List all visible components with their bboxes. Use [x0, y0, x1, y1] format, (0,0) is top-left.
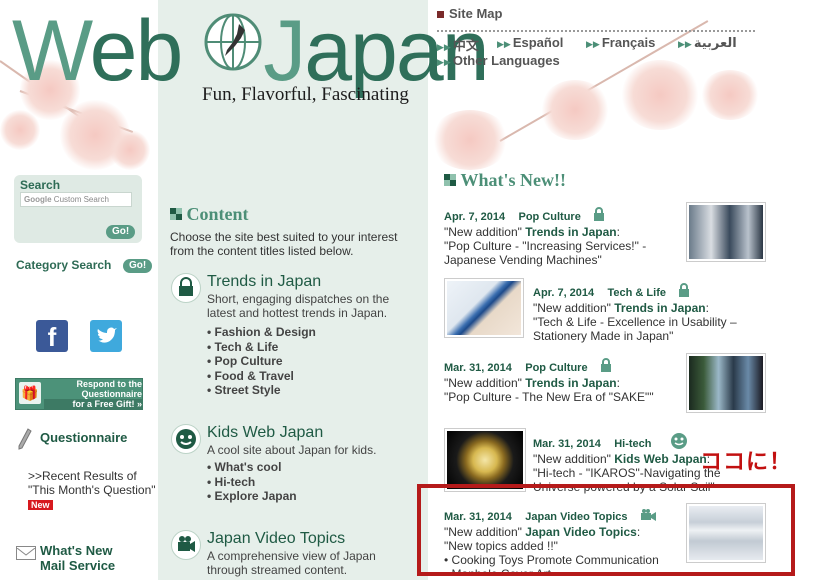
- news-date: Mar. 31, 2014: [533, 438, 601, 450]
- news-text: "Pop Culture - The New Era of "SAKE"": [444, 390, 654, 404]
- list-item[interactable]: • Explore Japan: [207, 489, 297, 504]
- news-text: Japanese Vending Machines": [444, 253, 602, 267]
- section-icon: [170, 208, 182, 220]
- news-text: "Pop Culture - "Increasing Services!" -: [444, 239, 647, 253]
- banner-line-2: Questionnaire: [81, 389, 142, 399]
- news-category: Tech & Life: [607, 287, 666, 299]
- stationery-thumbnail[interactable]: [444, 278, 524, 338]
- twitter-icon[interactable]: [90, 320, 122, 352]
- tagline: Fun, Flavorful, Fascinating: [202, 84, 409, 105]
- vending-machine-thumbnail[interactable]: [686, 202, 766, 262]
- arrow-icon: ▶▶: [437, 57, 451, 67]
- content-heading: Content: [170, 204, 248, 225]
- search-input[interactable]: Google Custom Search: [20, 192, 132, 207]
- news-item[interactable]: Apr. 7, 2014 Tech & Life "New addition" …: [533, 282, 763, 343]
- banner-line-1: Respond to the: [76, 379, 143, 389]
- banner-text: Respond to the Questionnaire for a Free …: [44, 379, 142, 409]
- google-label: Google: [24, 195, 52, 204]
- gift-icon: 🎁: [19, 382, 41, 404]
- whats-new-text: What's New!!: [460, 170, 566, 190]
- lock-icon: [592, 358, 614, 375]
- pencil-icon: [18, 428, 32, 450]
- news-category: Pop Culture: [525, 362, 588, 374]
- lock-icon: [585, 207, 607, 224]
- kids-face-icon: [656, 433, 688, 451]
- section-icon: [444, 174, 456, 186]
- ikaros-thumbnail[interactable]: [444, 428, 526, 492]
- arrow-icon: ▶▶: [586, 39, 600, 49]
- recent-results-link[interactable]: >>Recent Results of "This Month's Questi…: [28, 469, 158, 512]
- list-item[interactable]: • Fashion & Design: [207, 325, 316, 340]
- kids-face-icon: [171, 424, 201, 454]
- mail-service-link[interactable]: What's New Mail Service: [40, 543, 115, 573]
- whats-new-heading: What's New!!: [444, 170, 566, 191]
- news-date: Mar. 31, 2014: [444, 362, 512, 374]
- news-item[interactable]: Mar. 31, 2014 Pop Culture "New addition"…: [444, 357, 684, 404]
- facebook-icon[interactable]: f: [36, 320, 68, 352]
- kids-web-japan-link[interactable]: Kids Web Japan: [207, 424, 323, 442]
- site-map-label: Site Map: [449, 6, 503, 21]
- other-languages-link[interactable]: ▶▶ Other Languages: [437, 53, 560, 68]
- lang-chinese[interactable]: ▶▶ 中文: [437, 35, 479, 54]
- list-item[interactable]: • Food & Travel: [207, 369, 316, 384]
- trends-description: Short, engaging dispatches on the latest…: [207, 292, 390, 320]
- bag-icon: [171, 273, 201, 303]
- sake-thumbnail[interactable]: [686, 353, 766, 413]
- video-description: A comprehensive view of Japan through st…: [207, 549, 376, 577]
- japan-video-topics-link[interactable]: Japan Video Topics: [207, 530, 345, 548]
- highlight-box: [417, 484, 795, 576]
- search-label: Search: [20, 178, 61, 192]
- recent-results-text: >>Recent Results of "This Month's Questi…: [28, 469, 156, 497]
- banner-line-3: for a Free Gift! »: [44, 399, 142, 409]
- arrow-icon: ▶▶: [678, 39, 692, 49]
- lang-spanish[interactable]: ▶▶ Español: [497, 35, 563, 50]
- video-camera-icon: [171, 530, 201, 560]
- kids-list: • What's cool • Hi-tech • Explore Japan: [207, 460, 297, 504]
- kids-description: A cool site about Japan for kids.: [207, 443, 377, 457]
- arrow-icon: ▶▶: [497, 39, 511, 49]
- lock-icon: [670, 283, 692, 300]
- news-item[interactable]: Apr. 7, 2014 Pop Culture "New addition" …: [444, 206, 684, 267]
- logo-letter-w: W: [12, 3, 92, 99]
- news-date: Apr. 7, 2014: [533, 287, 595, 299]
- new-badge: New: [28, 500, 53, 510]
- globe-icon: [203, 0, 263, 71]
- list-item[interactable]: • Pop Culture: [207, 354, 316, 369]
- search-placeholder: Custom Search: [53, 195, 109, 204]
- list-item[interactable]: • Tech & Life: [207, 340, 316, 355]
- list-item[interactable]: • What's cool: [207, 460, 297, 475]
- divider: [437, 30, 755, 32]
- mail-line-2: Mail Service: [40, 558, 116, 573]
- web-japan-logo[interactable]: Web Japan: [12, 0, 490, 94]
- trends-list: • Fashion & Design • Tech & Life • Pop C…: [207, 325, 316, 398]
- site-map-link[interactable]: Site Map: [437, 6, 502, 21]
- mail-icon: [16, 546, 36, 560]
- content-heading-text: Content: [186, 204, 249, 224]
- news-category: Hi-tech: [614, 438, 652, 450]
- logo-text-eb: eb: [89, 3, 184, 99]
- arrow-icon: ▶▶: [437, 42, 451, 52]
- category-search-label: Category Search: [16, 258, 112, 272]
- news-category: Pop Culture: [518, 211, 581, 223]
- list-item[interactable]: • Hi-tech: [207, 475, 297, 490]
- trends-in-japan-link[interactable]: Trends in Japan: [207, 273, 321, 291]
- news-text: "Tech & Life - Excellence in Usability –: [533, 315, 737, 329]
- questionnaire-link[interactable]: Questionnaire: [40, 430, 127, 445]
- content-description: Choose the site best suited to your inte…: [170, 230, 398, 258]
- bullet-icon: [437, 11, 444, 19]
- mail-line-1: What's New: [40, 543, 113, 558]
- list-item[interactable]: • Street Style: [207, 383, 316, 398]
- news-text: Stationery Made in Japan": [533, 329, 674, 343]
- news-date: Apr. 7, 2014: [444, 211, 506, 223]
- lang-french[interactable]: ▶▶ Français: [586, 35, 655, 50]
- category-search-go-button[interactable]: Go!: [123, 259, 153, 273]
- search-go-button[interactable]: Go!: [106, 225, 136, 239]
- annotation-text: ココに！: [700, 450, 793, 475]
- lang-arabic[interactable]: ▶▶ العربية: [678, 35, 737, 51]
- category-search-link[interactable]: Category Search: [16, 258, 111, 272]
